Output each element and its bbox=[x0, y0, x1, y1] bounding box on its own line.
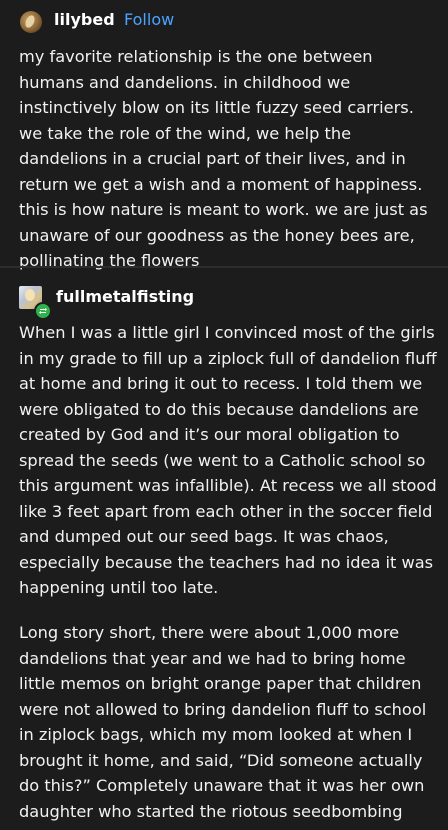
post-body-text: my favorite relationship is the one betw… bbox=[19, 47, 428, 270]
reblog-divider bbox=[0, 266, 448, 268]
reblog-paragraph: When I was a little girl I convinced mos… bbox=[19, 323, 437, 597]
post-header: lilybed Follow bbox=[0, 0, 448, 42]
post-author-name[interactable]: lilybed bbox=[54, 10, 115, 29]
follow-button[interactable]: Follow bbox=[124, 10, 174, 29]
reblog-icon bbox=[34, 302, 52, 320]
reblog-paragraph: Long story short, there were about 1,000… bbox=[19, 623, 427, 821]
avatar[interactable] bbox=[20, 11, 42, 33]
reblog-author-name[interactable]: fullmetalfisting bbox=[56, 287, 194, 306]
